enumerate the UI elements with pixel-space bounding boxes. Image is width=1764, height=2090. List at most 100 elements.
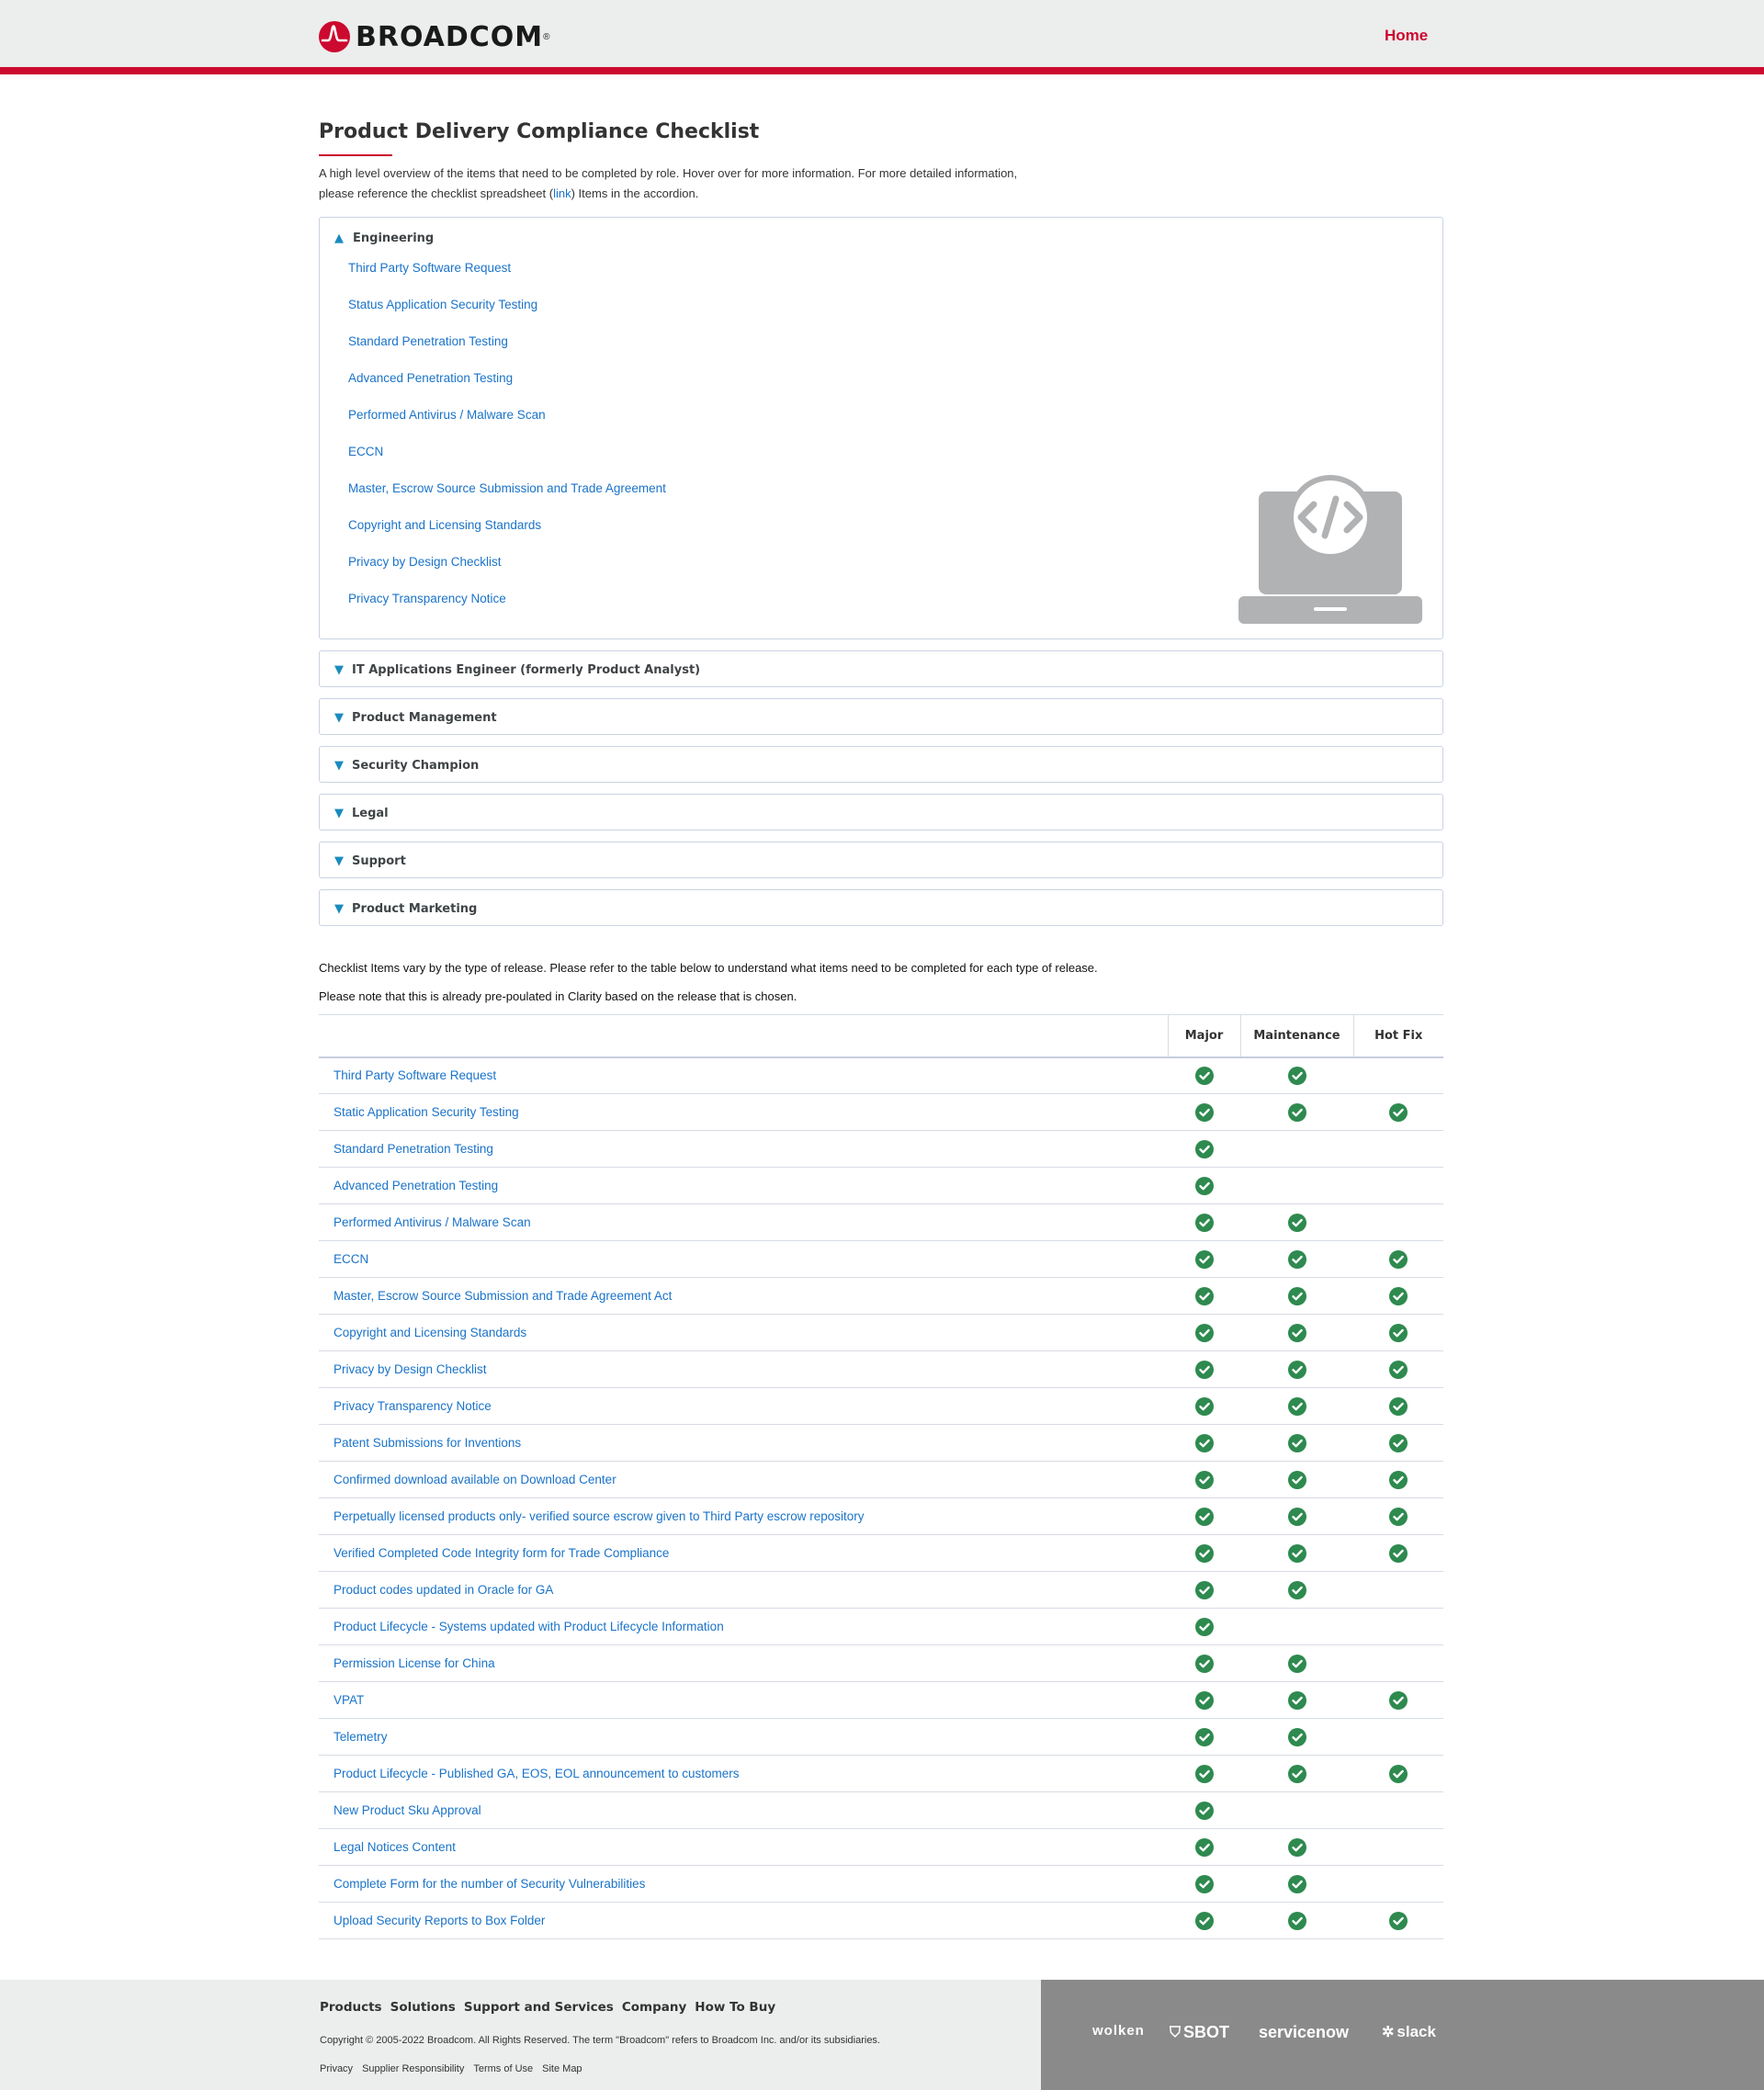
engineering-item-link[interactable]: ECCN [348,445,383,458]
major-cell [1168,1718,1240,1756]
engineering-item-link[interactable]: Privacy by Design Checklist [348,555,502,569]
partner-wolken[interactable]: wolken [1092,2023,1145,2039]
engineering-item-link[interactable]: Status Application Security Testing [348,298,537,311]
footer-link-terms-of-use[interactable]: Terms of Use [473,2063,533,2074]
checklist-item-link[interactable]: New Product Sku Approval [334,1803,481,1817]
checklist-item-link[interactable]: Performed Antivirus / Malware Scan [334,1215,531,1229]
list-item: Status Application Security Testing [348,296,666,333]
accordion-header[interactable]: ▼ Product Marketing [334,899,477,918]
page-title: Product Delivery Compliance Checklist [319,120,760,143]
engineering-item-link[interactable]: Advanced Penetration Testing [348,371,513,385]
checklist-item-link[interactable]: Product codes updated in Oracle for GA [334,1583,553,1597]
hotfix-cell [1353,1314,1443,1351]
checklist-item-link[interactable]: Verified Completed Code Integrity form f… [334,1546,669,1560]
partner-logos: wolken ⛉ SBOT servicenow ✲ slack [1041,1980,1764,2090]
hotfix-cell [1353,1755,1443,1792]
checklist-item-link[interactable]: ECCN [334,1252,368,1266]
footer-nav-support-and-services[interactable]: Support and Services [464,2000,614,2015]
hotfix-cell [1353,1240,1443,1278]
accordion-security-champion[interactable]: ▼ Security Champion [319,746,1443,783]
maintenance-cell [1240,1902,1353,1939]
checklist-item-link[interactable]: Copyright and Licensing Standards [334,1326,526,1339]
checklist-item-link[interactable]: Telemetry [334,1730,388,1744]
check-circle-icon [1194,1102,1214,1122]
check-circle-icon [1287,1837,1306,1857]
checklist-item-link[interactable]: Product Lifecycle - Published GA, EOS, E… [334,1767,739,1780]
checklist-item-link[interactable]: Perpetually licensed products only- veri… [334,1509,865,1523]
column-header-maintenance: Maintenance [1239,1014,1353,1058]
home-link[interactable]: Home [1385,27,1428,45]
partner-name: slack [1396,2023,1436,2040]
accordion-product-management[interactable]: ▼ Product Management [319,698,1443,735]
spreadsheet-link[interactable]: link [553,186,571,200]
accordion-engineering: ▲ Engineering Third Party Software Reque… [319,217,1443,639]
partner-slack[interactable]: ✲ slack [1382,2023,1436,2041]
checklist-item-link[interactable]: Patent Submissions for Inventions [334,1436,521,1450]
major-cell [1168,1461,1240,1498]
accordion-legal[interactable]: ▼ Legal [319,794,1443,830]
engineering-item-link[interactable]: Performed Antivirus / Malware Scan [348,408,546,422]
checklist-item-link[interactable]: Product Lifecycle - Systems updated with… [334,1620,724,1633]
accordion-title: Engineering [353,231,435,245]
maintenance-cell [1240,1644,1353,1682]
footer-link-supplier-responsibility[interactable]: Supplier Responsibility [362,2063,464,2074]
accordion-header[interactable]: ▼ IT Applications Engineer (formerly Prod… [334,661,700,679]
footer-nav-how-to-buy[interactable]: How To Buy [695,2000,775,2015]
table-row: Complete Form for the number of Security… [319,1865,1443,1903]
item-cell: Static Application Security Testing [319,1093,1168,1131]
table-row: Static Application Security Testing [319,1093,1443,1131]
check-circle-icon [1287,1690,1306,1710]
accordion-product-marketing[interactable]: ▼ Product Marketing [319,889,1443,926]
checklist-item-link[interactable]: Privacy Transparency Notice [334,1399,492,1413]
check-circle-icon [1194,1507,1214,1526]
list-item: Standard Penetration Testing [348,333,666,369]
engineering-item-link[interactable]: Standard Penetration Testing [348,334,508,348]
checklist-item-link[interactable]: Permission License for China [334,1656,495,1670]
major-cell [1168,1277,1240,1315]
checklist-item-link[interactable]: Complete Form for the number of Security… [334,1877,645,1891]
footer-link-privacy[interactable]: Privacy [320,2063,353,2074]
footer-nav-company[interactable]: Company [622,2000,686,2015]
checklist-item-link[interactable]: Static Application Security Testing [334,1105,519,1119]
checklist-item-link[interactable]: Third Party Software Request [334,1068,496,1082]
checklist-item-link[interactable]: Confirmed download available on Download… [334,1473,616,1486]
accordion-header[interactable]: ▼ Legal [334,804,389,822]
maintenance-cell [1240,1167,1353,1204]
table-row: Verified Completed Code Integrity form f… [319,1534,1443,1572]
major-cell [1168,1056,1240,1094]
checklist-item-link[interactable]: Standard Penetration Testing [334,1142,493,1156]
engineering-item-link[interactable]: Third Party Software Request [348,261,511,275]
checklist-item-link[interactable]: Master, Escrow Source Submission and Tra… [334,1289,672,1303]
engineering-item-link[interactable]: Copyright and Licensing Standards [348,518,541,532]
accordion-header[interactable]: ▼ Security Champion [334,756,479,774]
table-row: Product codes updated in Oracle for GA [319,1571,1443,1609]
maintenance-cell [1240,1387,1353,1425]
engineering-item-link[interactable]: Privacy Transparency Notice [348,592,506,605]
maintenance-cell [1240,1277,1353,1315]
partner-sbot[interactable]: ⛉ SBOT [1170,2023,1229,2042]
engineering-item-link[interactable]: Master, Escrow Source Submission and Tra… [348,481,666,495]
footer-nav-products[interactable]: Products [320,2000,382,2015]
hotfix-cell [1353,1350,1443,1388]
accordion-header[interactable]: ▼ Support [334,852,406,870]
footer-link-site-map[interactable]: Site Map [542,2063,582,2074]
major-cell [1168,1314,1240,1351]
footer-nav-solutions[interactable]: Solutions [390,2000,456,2015]
checklist-item-link[interactable]: Legal Notices Content [334,1840,456,1854]
checklist-item-link[interactable]: Privacy by Design Checklist [334,1362,487,1376]
hotfix-cell [1353,1424,1443,1462]
broadcom-logo[interactable]: BROADCOM ® [319,21,550,53]
accordion-support[interactable]: ▼ Support [319,842,1443,878]
check-circle-icon [1194,1764,1214,1783]
partner-servicenow[interactable]: servicenow [1259,2023,1349,2042]
checklist-item-link[interactable]: VPAT [334,1693,364,1707]
table-row: Privacy by Design Checklist [319,1350,1443,1388]
accordion-it-applications-engineer[interactable]: ▼ IT Applications Engineer (formerly Prod… [319,650,1443,687]
accordion-header-engineering[interactable]: ▲ Engineering [334,229,434,247]
chevron-down-icon: ▼ [334,853,344,868]
checklist-item-link[interactable]: Advanced Penetration Testing [334,1179,498,1192]
accordion-header[interactable]: ▼ Product Management [334,708,497,727]
check-circle-icon [1194,1323,1214,1342]
checklist-item-link[interactable]: Upload Security Reports to Box Folder [334,1914,545,1927]
item-cell: Verified Completed Code Integrity form f… [319,1534,1168,1572]
